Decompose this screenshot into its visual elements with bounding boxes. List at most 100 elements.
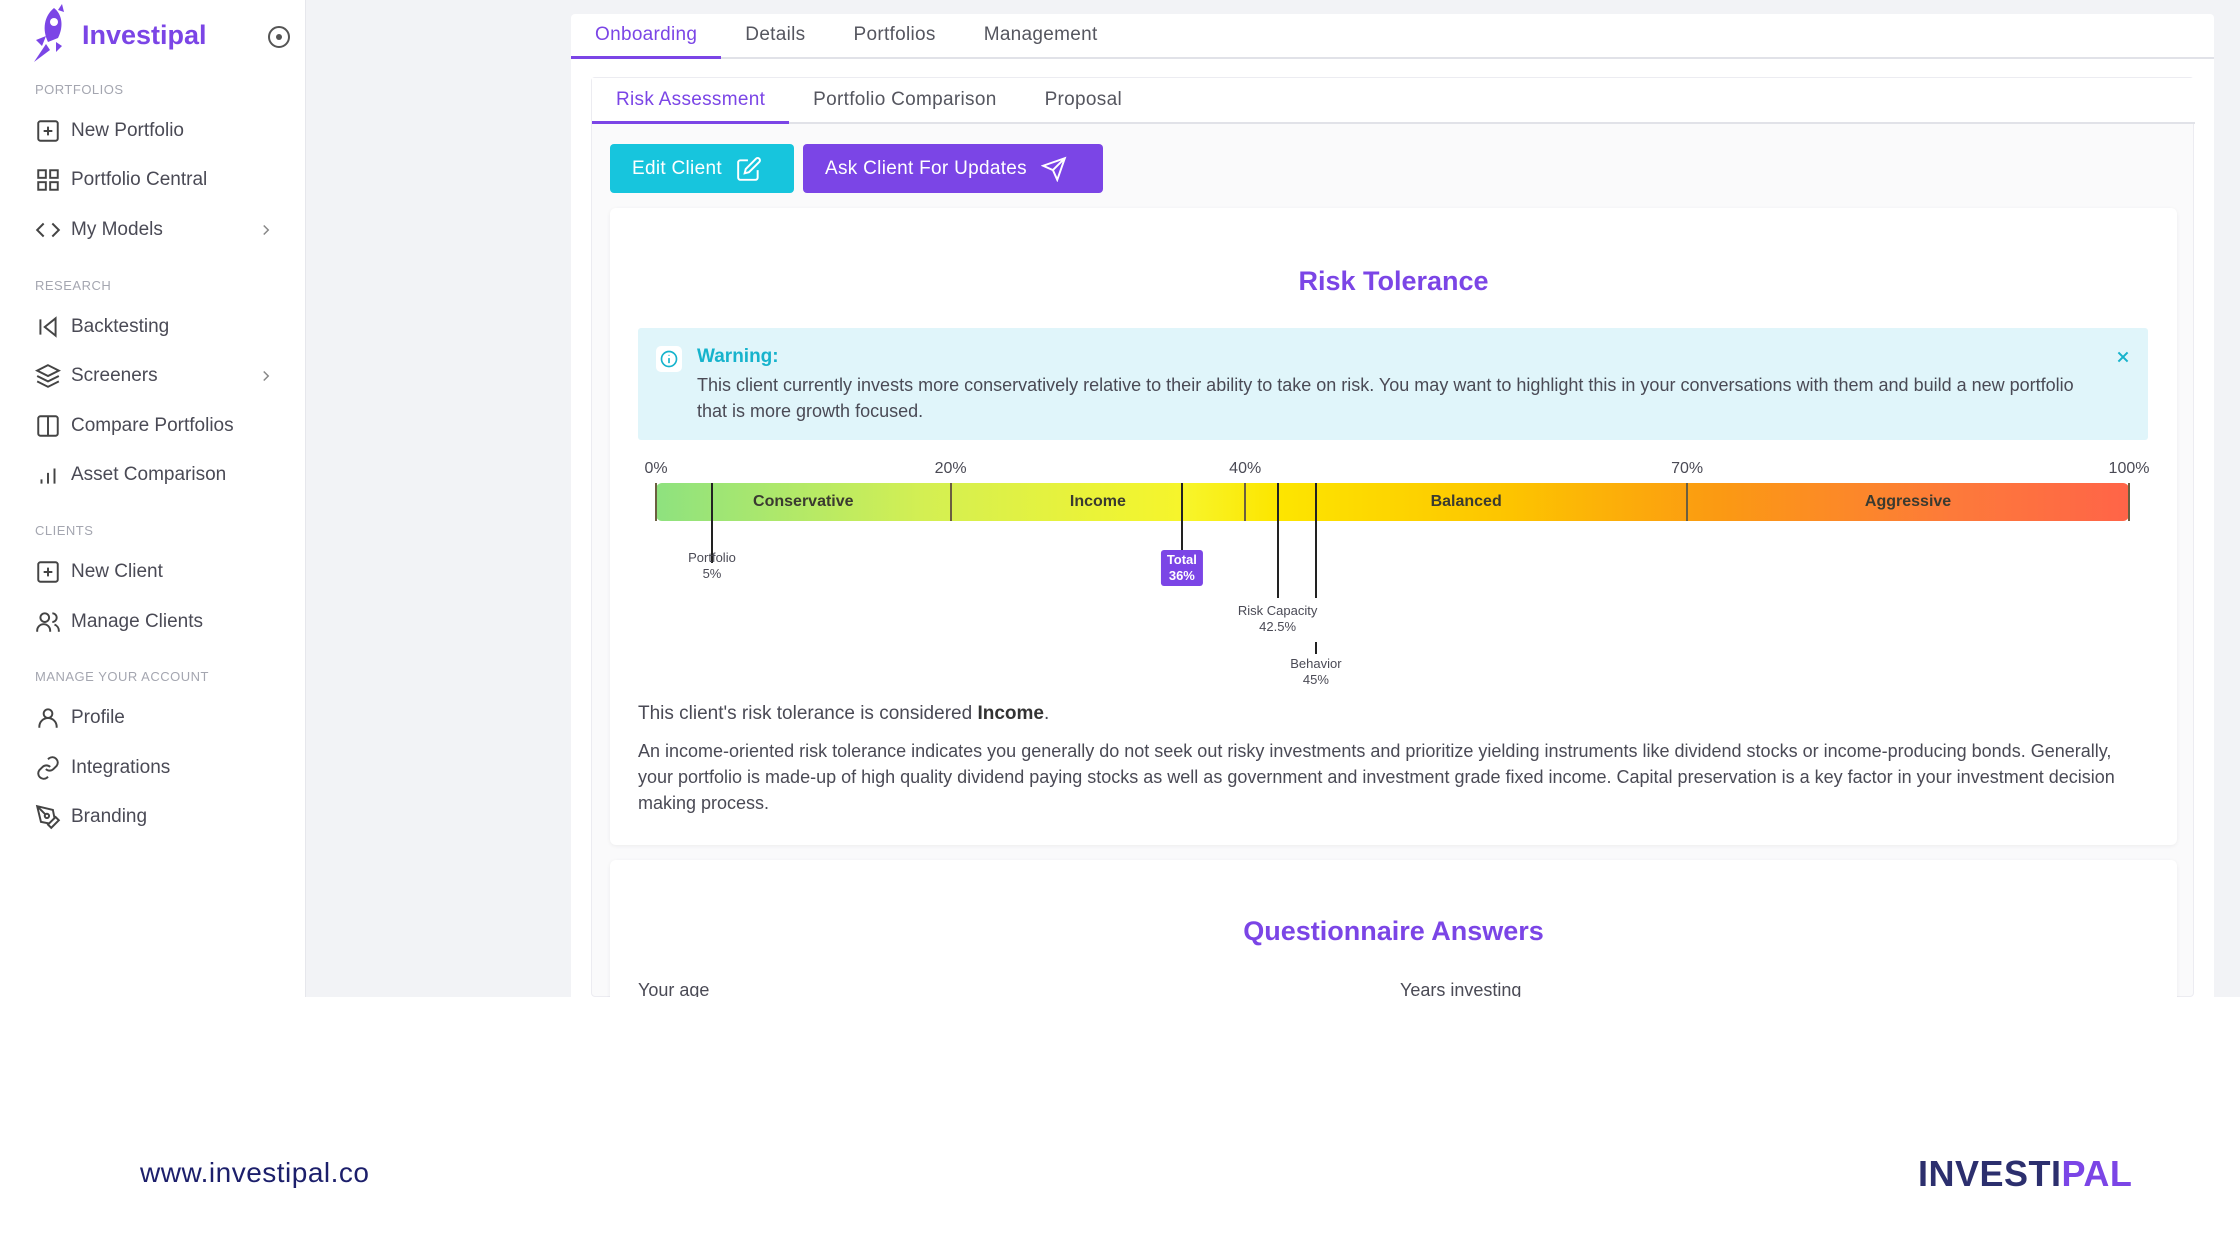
plus-square-icon: [37, 561, 59, 583]
footer-url: www.investipal.co: [140, 1157, 370, 1188]
summary-prefix: This client's risk tolerance is consider…: [638, 703, 978, 724]
sidebar-item-integrations[interactable]: Integrations: [35, 752, 275, 784]
scale-band-label: Aggressive: [1864, 493, 1952, 510]
scale-marker-label: Behavior 45%: [1290, 656, 1341, 688]
scale-marker-line: [1314, 483, 1317, 598]
marker-name: Behavior: [1290, 656, 1342, 671]
risk-assessment-panel: Risk Assessment Portfolio Comparison Pro…: [591, 77, 2195, 997]
pen-tool-icon: [35, 804, 61, 830]
section-label-portfolios: PORTFOLIOS: [35, 82, 124, 97]
scale-tick-label: 0%: [644, 460, 668, 477]
chevron-right-icon[interactable]: [257, 367, 275, 385]
sidebar-item-label: Compare Portfolios: [71, 415, 234, 436]
sidebar-item-compare-portfolios[interactable]: Compare Portfolios: [35, 410, 275, 442]
screenshot-stage: Investipal PORTFOLIOS New Portfolio Port…: [0, 0, 2240, 1260]
sidebar-item-label: Profile: [71, 707, 125, 728]
sidebar-item-new-portfolio[interactable]: New Portfolio: [35, 115, 275, 147]
sidebar-item-asset-comparison[interactable]: Asset Comparison: [35, 459, 275, 491]
scale-band-label: Income: [1069, 493, 1126, 510]
sidebar-item-manage-clients[interactable]: Manage Clients: [35, 606, 275, 638]
scale-tick-label: 40%: [1229, 460, 1262, 477]
skip-back-icon: [39, 316, 57, 338]
sidebar-item-screeners[interactable]: Screeners: [35, 360, 275, 392]
scale-marker-label: Risk Capacity 42.5%: [1238, 603, 1317, 635]
tab-proposal[interactable]: Proposal: [1021, 78, 1146, 124]
scale-tick-line: [949, 483, 952, 521]
question-age-label: Your age: [638, 980, 710, 997]
layers-icon: [35, 364, 61, 388]
sub-tab-bar: Risk Assessment Portfolio Comparison Pro…: [592, 78, 2195, 124]
top-tab-bar: Onboarding Details Portfolios Management: [571, 14, 2214, 59]
brand-logo[interactable]: Investipal: [26, 0, 296, 70]
section-label-clients: CLIENTS: [35, 523, 94, 538]
marker-name: Risk Capacity: [1237, 603, 1318, 618]
scale-tick-line: [655, 483, 657, 521]
sidebar-item-portfolio-central[interactable]: Portfolio Central: [35, 164, 275, 196]
summary-suffix: .: [1043, 703, 1050, 724]
sidebar-item-label: Integrations: [71, 757, 171, 778]
section-label-research: RESEARCH: [35, 278, 112, 293]
risk-tolerance-card: Risk Tolerance Warning: This client curr…: [610, 208, 2177, 845]
warning-title: Warning:: [697, 346, 779, 367]
warning-alert: Warning: This client currently invests m…: [638, 328, 2148, 440]
bar-chart-icon: [40, 468, 56, 484]
edit-client-label: Edit Client: [632, 157, 722, 179]
sidebar-item-label: Branding: [71, 806, 148, 827]
sidebar-item-branding[interactable]: Branding: [35, 801, 275, 833]
tab-details[interactable]: Details: [721, 14, 829, 59]
summary-value: Income: [977, 703, 1044, 724]
marker-value: 45%: [1302, 672, 1329, 687]
tab-risk-assessment[interactable]: Risk Assessment: [592, 78, 790, 124]
sidebar-item-label: Manage Clients: [71, 611, 204, 632]
brand-name: Investipal: [82, 19, 207, 50]
sidebar-item-label: Screeners: [71, 365, 158, 386]
sidebar-item-label: Asset Comparison: [71, 464, 227, 485]
scale-tick-label: 100%: [2108, 460, 2150, 477]
tab-onboarding[interactable]: Onboarding: [571, 14, 722, 59]
users-icon: [36, 612, 60, 632]
scale-tick-line: [1244, 483, 1247, 521]
edit-icon: [737, 156, 761, 181]
risk-description: An income-oriented risk tolerance indica…: [638, 741, 2115, 813]
sidebar-item-label: Portfolio Central: [71, 169, 208, 190]
scale-tick-label: 20%: [934, 460, 967, 477]
sidebar-item-profile[interactable]: Profile: [35, 702, 275, 734]
question-years-investing-label: Years investing: [1400, 980, 1522, 997]
footer-logo-part2: PAL: [2061, 1153, 2133, 1194]
marker-value: 42.5%: [1259, 619, 1297, 634]
scale-tick-line: [2128, 483, 2130, 521]
ask-client-label: Ask Client For Updates: [825, 157, 1027, 179]
tab-portfolios[interactable]: Portfolios: [829, 14, 959, 59]
send-icon: [1040, 156, 1067, 182]
tab-management[interactable]: Management: [960, 14, 1122, 59]
sidebar-item-label: My Models: [71, 219, 163, 240]
ask-client-for-updates-button[interactable]: Ask Client For Updates: [803, 144, 1103, 193]
chevron-right-icon[interactable]: [257, 221, 275, 239]
scale-marker-line: [1314, 642, 1317, 654]
close-icon[interactable]: [2112, 346, 2134, 368]
section-label-account: MANAGE YOUR ACCOUNT: [35, 669, 209, 684]
scale-marker-label: Portfolio 5%: [688, 550, 736, 582]
sidebar-item-label: New Portfolio: [71, 120, 184, 141]
sidebar-item-my-models[interactable]: My Models: [35, 214, 275, 246]
app-window: Investipal PORTFOLIOS New Portfolio Port…: [0, 0, 2240, 997]
risk-scale: 0% 20% 40% 70% 100% Conservative Income Balance…: [610, 446, 2177, 706]
sidebar-item-backtesting[interactable]: Backtesting: [35, 311, 275, 343]
scale-tick-label: 70%: [1671, 460, 1704, 477]
marker-value: 36%: [1168, 568, 1195, 583]
scale-marker-label: Total 36%: [1160, 550, 1203, 586]
edit-client-button[interactable]: Edit Client: [610, 144, 794, 193]
tab-portfolio-comparison[interactable]: Portfolio Comparison: [789, 78, 1020, 124]
sidebar-item-label: Backtesting: [71, 316, 170, 337]
user-icon: [38, 708, 58, 728]
questionnaire-card: Questionnaire Answers: [610, 860, 2177, 997]
marker-value: 5%: [702, 566, 722, 581]
risk-tolerance-title: Risk Tolerance: [1298, 266, 1489, 296]
sidebar-item-new-client[interactable]: New Client: [35, 556, 275, 588]
scale-tick-line: [1686, 483, 1689, 521]
columns-icon: [37, 415, 59, 437]
sidebar-item-label: New Client: [71, 561, 163, 582]
sidebar: Investipal PORTFOLIOS New Portfolio Port…: [0, 0, 306, 997]
marker-name: Total: [1166, 552, 1197, 567]
sidebar-toggle-icon[interactable]: [268, 26, 290, 48]
